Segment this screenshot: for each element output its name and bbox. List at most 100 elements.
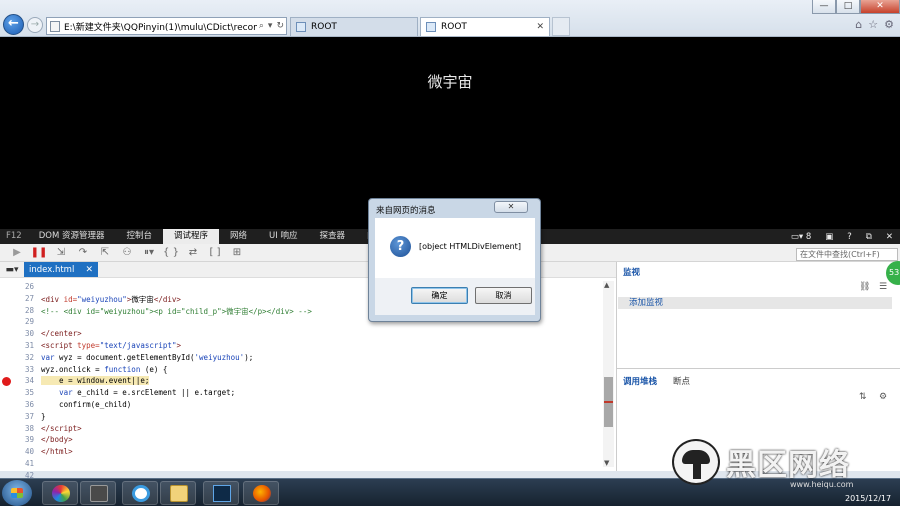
minimize-button[interactable]: — <box>812 0 836 14</box>
browser-chrome: — □ ✕ ← → E:\新建文件夹\QQPinyin(1)\mulu\CDic… <box>0 0 900 37</box>
address-url[interactable]: E:\新建文件夹\QQPinyin(1)\mulu\CDict\recommen <box>64 20 257 33</box>
step-over-icon[interactable]: ↷ <box>72 245 94 261</box>
line-number[interactable]: 28 <box>12 306 34 315</box>
refresh-icon[interactable]: ↻ <box>276 21 284 31</box>
line-number[interactable]: 30 <box>12 329 34 338</box>
tab-debugger[interactable]: 调试程序 <box>163 229 220 244</box>
taskbar-app-explorer[interactable] <box>160 481 196 505</box>
taskbar-app-ie[interactable] <box>122 481 158 505</box>
line-number-gutter[interactable]: 26 27 28 29 30 31 32 33 34 35 36 37 38 39 40 41 42 <box>0 278 37 480</box>
code-line[interactable]: confirm(e_child) <box>41 400 131 409</box>
taskbar-app-firefox[interactable] <box>243 481 279 505</box>
start-button[interactable] <box>2 480 32 506</box>
cancel-button[interactable]: 取消 <box>475 287 532 304</box>
line-number[interactable]: 38 <box>12 424 34 433</box>
line-number[interactable]: 26 <box>12 282 34 291</box>
new-tab-button[interactable] <box>552 17 570 36</box>
exception-behavior-icon[interactable]: ⏸▾ <box>138 245 160 261</box>
refresh-watch-icon[interactable]: ⛓ <box>859 282 870 292</box>
tab-ui-responsiveness[interactable]: UI 响应 <box>258 229 308 244</box>
line-number[interactable]: 37 <box>12 412 34 421</box>
code-line[interactable]: wyz.onclick = function (e) { <box>41 365 167 374</box>
line-number[interactable]: 41 <box>12 459 34 468</box>
code-line[interactable]: </body> <box>41 435 73 444</box>
line-number[interactable]: 29 <box>12 317 34 326</box>
tab-call-stack[interactable]: 调用堆栈 <box>623 375 657 387</box>
scroll-up-icon[interactable]: ▲ <box>604 281 609 289</box>
watch-title[interactable]: 监视 <box>623 266 640 278</box>
tab-close-icon[interactable]: ✕ <box>536 22 544 32</box>
scroll-down-icon[interactable]: ▼ <box>604 459 609 467</box>
maximize-button[interactable]: □ <box>836 0 860 14</box>
collapse-icon[interactable]: ☰ <box>879 282 887 292</box>
address-bar[interactable]: E:\新建文件夹\QQPinyin(1)\mulu\CDict\recommen… <box>46 17 287 35</box>
find-in-file-input[interactable]: 在文件中查找(Ctrl+F) <box>796 248 898 261</box>
mushroom-logo <box>672 439 720 485</box>
step-out-icon[interactable]: ⇱ <box>94 245 116 261</box>
sort-icon[interactable]: ⇅ <box>859 392 867 402</box>
break-on-new-worker-icon[interactable]: ⚇ <box>116 245 138 261</box>
pretty-print-icon[interactable]: { } <box>160 245 182 261</box>
forward-button[interactable]: → <box>27 17 43 33</box>
word-wrap-icon[interactable]: ⇄ <box>182 245 204 261</box>
close-devtools-icon[interactable]: ✕ <box>879 232 900 242</box>
line-number[interactable]: 35 <box>12 388 34 397</box>
line-number[interactable]: 36 <box>12 400 34 409</box>
source-map-icon[interactable]: ⊞ <box>226 245 248 261</box>
dialog-close-button[interactable]: ✕ <box>494 201 528 213</box>
line-number[interactable]: 40 <box>12 447 34 456</box>
back-button[interactable]: ← <box>3 14 24 35</box>
code-line[interactable]: </script> <box>41 424 82 433</box>
file-tab-index-html[interactable]: index.html ✕ <box>24 262 98 277</box>
tab-breakpoints[interactable]: 断点 <box>673 375 690 387</box>
code-line[interactable]: var wyz = document.getElementById('weiyu… <box>41 353 253 362</box>
code-line[interactable]: <!-- <div id="weiyuzhou"><p id="child_p"… <box>41 306 312 317</box>
close-file-icon[interactable]: ✕ <box>85 265 93 275</box>
ok-button[interactable]: 确定 <box>411 287 468 304</box>
undock-icon[interactable]: ⧉ <box>859 232 879 242</box>
line-number[interactable]: 34 <box>12 376 34 385</box>
emulation-icon[interactable]: ▭▾ 8 <box>784 232 818 242</box>
file-menu-icon[interactable]: ▬▾ <box>0 265 24 275</box>
code-line[interactable]: var e_child = e.srcElement || e.target; <box>41 388 235 397</box>
tab-console[interactable]: 控制台 <box>116 229 164 244</box>
gear-icon[interactable]: ⚙ <box>884 18 894 31</box>
taskbar-app-sublime[interactable] <box>80 481 116 505</box>
settings-icon[interactable]: ⚙ <box>879 392 887 402</box>
home-icon[interactable]: ⌂ <box>855 18 862 31</box>
tab-network[interactable]: 网络 <box>219 229 258 244</box>
dropdown-icon[interactable]: ▾ <box>268 21 273 31</box>
line-number[interactable]: 31 <box>12 341 34 350</box>
help-icon[interactable]: ? <box>840 232 859 242</box>
page-heading[interactable]: 微宇宙 <box>0 71 900 92</box>
tab-profiler[interactable]: 探查器 <box>308 229 356 244</box>
favorites-star-icon[interactable]: ☆ <box>868 18 878 31</box>
tab-label: ROOT <box>311 22 337 32</box>
line-number[interactable]: 33 <box>12 365 34 374</box>
close-window-button[interactable]: ✕ <box>860 0 900 14</box>
f12-label: F12 <box>6 231 22 241</box>
code-line[interactable]: </center> <box>41 329 82 338</box>
code-line[interactable]: </html> <box>41 447 73 456</box>
taskbar-app-photoshop[interactable] <box>203 481 239 505</box>
step-into-icon[interactable]: ⇲ <box>50 245 72 261</box>
breakpoint-icon[interactable] <box>2 377 11 387</box>
taskbar-app-picasa[interactable] <box>42 481 78 505</box>
tab-dom-explorer[interactable]: DOM 资源管理器 <box>28 229 116 244</box>
search-icon[interactable]: ⌕ <box>259 21 264 31</box>
editor-scrollbar[interactable]: ▲ ▼ <box>603 281 614 467</box>
code-line[interactable]: e = window.event||e; <box>41 376 150 386</box>
break-all-icon[interactable]: ❚❚ <box>28 245 50 261</box>
tab-root-1[interactable]: ROOT <box>290 17 418 36</box>
code-line[interactable]: <script type="text/javascript"> <box>41 341 181 350</box>
tab-root-2[interactable]: ROOT ✕ <box>420 17 550 36</box>
continue-icon[interactable]: ▶ <box>6 245 28 261</box>
line-number[interactable]: 39 <box>12 435 34 444</box>
line-number[interactable]: 32 <box>12 353 34 362</box>
line-number[interactable]: 27 <box>12 294 34 303</box>
code-line[interactable]: <div id="weiyuzhou">微宇宙</div> <box>41 294 181 305</box>
code-line[interactable]: } <box>41 412 46 421</box>
console-icon[interactable]: ▣ <box>818 232 840 242</box>
add-watch-row[interactable]: 添加监视 <box>618 297 892 309</box>
just-my-code-icon[interactable]: [ ] <box>204 245 226 261</box>
